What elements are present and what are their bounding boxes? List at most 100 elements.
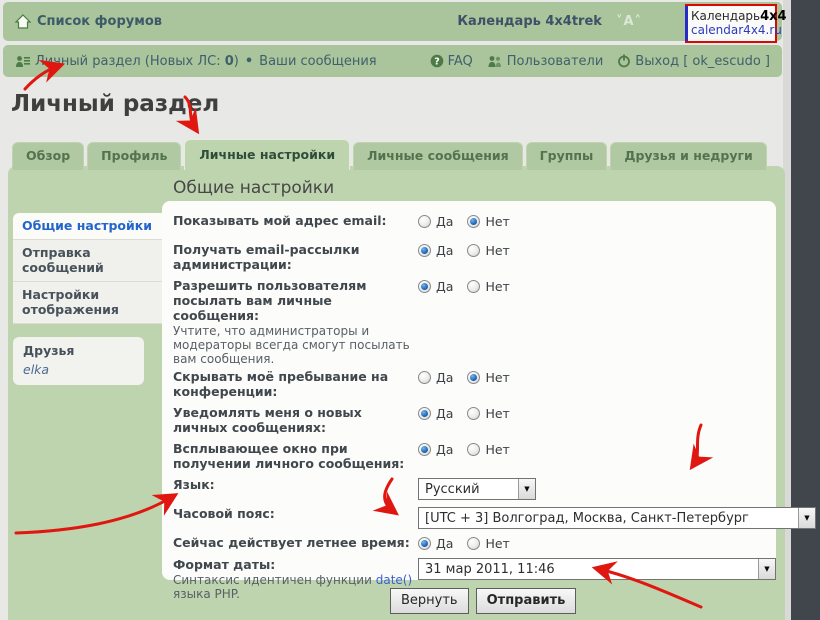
forum-list-link[interactable]: Список форумов — [15, 14, 162, 29]
radio-button[interactable] — [467, 371, 480, 384]
setting-label: Уведомлять меня о новых личных сообщения… — [173, 405, 418, 435]
note-link[interactable]: date() — [376, 573, 412, 587]
logout-label: Выход [ ok_escudo ] — [635, 54, 770, 69]
private-section-link[interactable]: Личный раздел (Новых ЛС: 0) — [15, 54, 239, 69]
setting-label-text: Язык: — [173, 477, 215, 492]
radio-button[interactable] — [467, 407, 480, 420]
setting-control: Да Нет — [418, 369, 524, 399]
tab-4[interactable]: Группы — [526, 142, 608, 170]
your-messages-link[interactable]: Ваши сообщения — [259, 54, 376, 69]
setting-control: Да Нет — [418, 535, 524, 551]
radio-button[interactable] — [418, 407, 431, 420]
radio-option-admin-emails[interactable]: Нет — [467, 243, 509, 258]
setting-label-text: Разрешить пользователям посылать вам лич… — [173, 278, 366, 323]
radio-button[interactable] — [418, 244, 431, 257]
tab-1[interactable]: Профиль — [87, 142, 181, 170]
radio-button[interactable] — [418, 215, 431, 228]
radio-option-allow-pm[interactable]: Нет — [467, 279, 509, 294]
friend-link[interactable]: elka — [23, 362, 134, 377]
friends-box: Друзья elka — [13, 337, 144, 385]
setting-row-timezone: Часовой пояс:[UTC + 3] Волгоград, Москва… — [162, 506, 776, 529]
setting-label: Формат даты:Синтаксис идентичен функции … — [173, 557, 418, 601]
question-icon: ? — [430, 54, 444, 68]
separator-dot: • — [245, 54, 253, 69]
setting-control: Да Нет — [418, 441, 524, 471]
setting-label-text: Скрывать моё пребывание на конференции: — [173, 369, 388, 399]
dropdown-arrow-icon[interactable]: ▼ — [518, 479, 535, 499]
faq-link[interactable]: ? FAQ — [430, 54, 473, 69]
language-select[interactable]: Русский▼ — [418, 478, 536, 500]
setting-label: Показывать мой адрес email: — [173, 213, 418, 229]
radio-label: Да — [436, 243, 453, 258]
setting-note: Синтаксис идентичен функции date() языка… — [173, 573, 418, 601]
setting-label-text: Уведомлять меня о новых личных сообщения… — [173, 405, 362, 435]
date-format-select[interactable]: 31 мар 2011, 11:46 ▼ — [418, 558, 776, 580]
setting-label-text: Формат даты: — [173, 557, 275, 572]
radio-button[interactable] — [418, 537, 431, 550]
svg-text:?: ? — [434, 56, 440, 67]
header-bar: Список форумов Календарь 4x4trek ˅A˄ — [3, 2, 782, 41]
user-messages-icon — [15, 55, 31, 68]
setting-label-text: Сейчас действует летнее время: — [173, 535, 410, 550]
radio-button[interactable] — [467, 244, 480, 257]
radio-option-allow-pm[interactable]: Да — [418, 279, 453, 294]
timezone-select[interactable]: [UTC + 3] Волгоград, Москва, Санкт-Петер… — [418, 507, 816, 529]
radio-button[interactable] — [467, 280, 480, 293]
radio-option-hide-online[interactable]: Да — [418, 370, 453, 385]
note-text: Учтите, что администраторы и модераторы … — [173, 324, 410, 366]
sidebar-item[interactable]: Общие настройки — [13, 213, 165, 240]
radio-label: Да — [436, 214, 453, 229]
radio-button[interactable] — [467, 537, 480, 550]
tab-5[interactable]: Друзья и недруги — [610, 142, 766, 170]
users-link[interactable]: Пользователи — [487, 54, 604, 69]
setting-row-show-email: Показывать мой адрес email: Да Нет — [162, 213, 776, 229]
tab-3[interactable]: Личные сообщения — [353, 142, 523, 170]
radio-option-popup-pm[interactable]: Да — [418, 442, 453, 457]
home-icon — [15, 14, 31, 29]
radio-button[interactable] — [418, 371, 431, 384]
dropdown-arrow-icon[interactable]: ▼ — [798, 508, 815, 528]
sidebar-item[interactable]: Настройки отображения — [13, 282, 165, 324]
radio-button[interactable] — [418, 280, 431, 293]
tab-0[interactable]: Обзор — [12, 142, 84, 170]
users-label: Пользователи — [507, 54, 604, 69]
submit-button[interactable]: Отправить — [476, 588, 577, 614]
radio-button[interactable] — [467, 215, 480, 228]
note-text: языка PHP. — [173, 587, 240, 601]
calendar4x4-logo[interactable]: Календарь4x4 calendar4x4.ru — [685, 4, 777, 43]
sidebar-item[interactable]: Отправка сообщений — [13, 240, 165, 282]
radio-option-dst[interactable]: Да — [418, 536, 453, 551]
radio-label: Нет — [485, 442, 509, 457]
radio-option-show-email[interactable]: Нет — [467, 214, 509, 229]
radio-option-dst[interactable]: Нет — [467, 536, 509, 551]
radio-option-admin-emails[interactable]: Да — [418, 243, 453, 258]
radio-option-notify-pm[interactable]: Нет — [467, 406, 509, 421]
friends-title: Друзья — [23, 343, 134, 358]
radio-label: Да — [436, 536, 453, 551]
note-text: Синтаксис идентичен функции — [173, 573, 376, 587]
radio-button[interactable] — [467, 443, 480, 456]
setting-row-allow-pm: Разрешить пользователям посылать вам лич… — [162, 278, 776, 366]
logout-link[interactable]: Выход [ ok_escudo ] — [617, 54, 770, 69]
setting-label: Скрывать моё пребывание на конференции: — [173, 369, 418, 399]
radio-button[interactable] — [418, 443, 431, 456]
dropdown-arrow-icon[interactable]: ▼ — [758, 559, 775, 579]
setting-control: Русский▼ — [418, 477, 536, 500]
setting-label: Разрешить пользователям посылать вам лич… — [173, 278, 418, 366]
reset-button[interactable]: Вернуть — [390, 588, 469, 614]
radio-option-notify-pm[interactable]: Да — [418, 406, 453, 421]
tab-personal-settings[interactable]: Личные настройки — [184, 139, 350, 170]
radio-label: Нет — [485, 536, 509, 551]
tab-bar: ОбзорПрофильЛичные настройкиЛичные сообщ… — [12, 139, 767, 170]
radio-label: Нет — [485, 243, 509, 258]
font-size-widget[interactable]: ˅A˄ — [616, 14, 642, 29]
form-buttons: Вернуть Отправить — [390, 588, 576, 614]
radio-label: Нет — [485, 406, 509, 421]
radio-option-popup-pm[interactable]: Нет — [467, 442, 509, 457]
radio-option-hide-online[interactable]: Нет — [467, 370, 509, 385]
radio-option-show-email[interactable]: Да — [418, 214, 453, 229]
setting-note: Учтите, что администраторы и модераторы … — [173, 324, 418, 366]
select-value: 31 мар 2011, 11:46 — [425, 562, 555, 577]
faq-label: FAQ — [448, 54, 473, 69]
users-icon — [487, 55, 503, 68]
